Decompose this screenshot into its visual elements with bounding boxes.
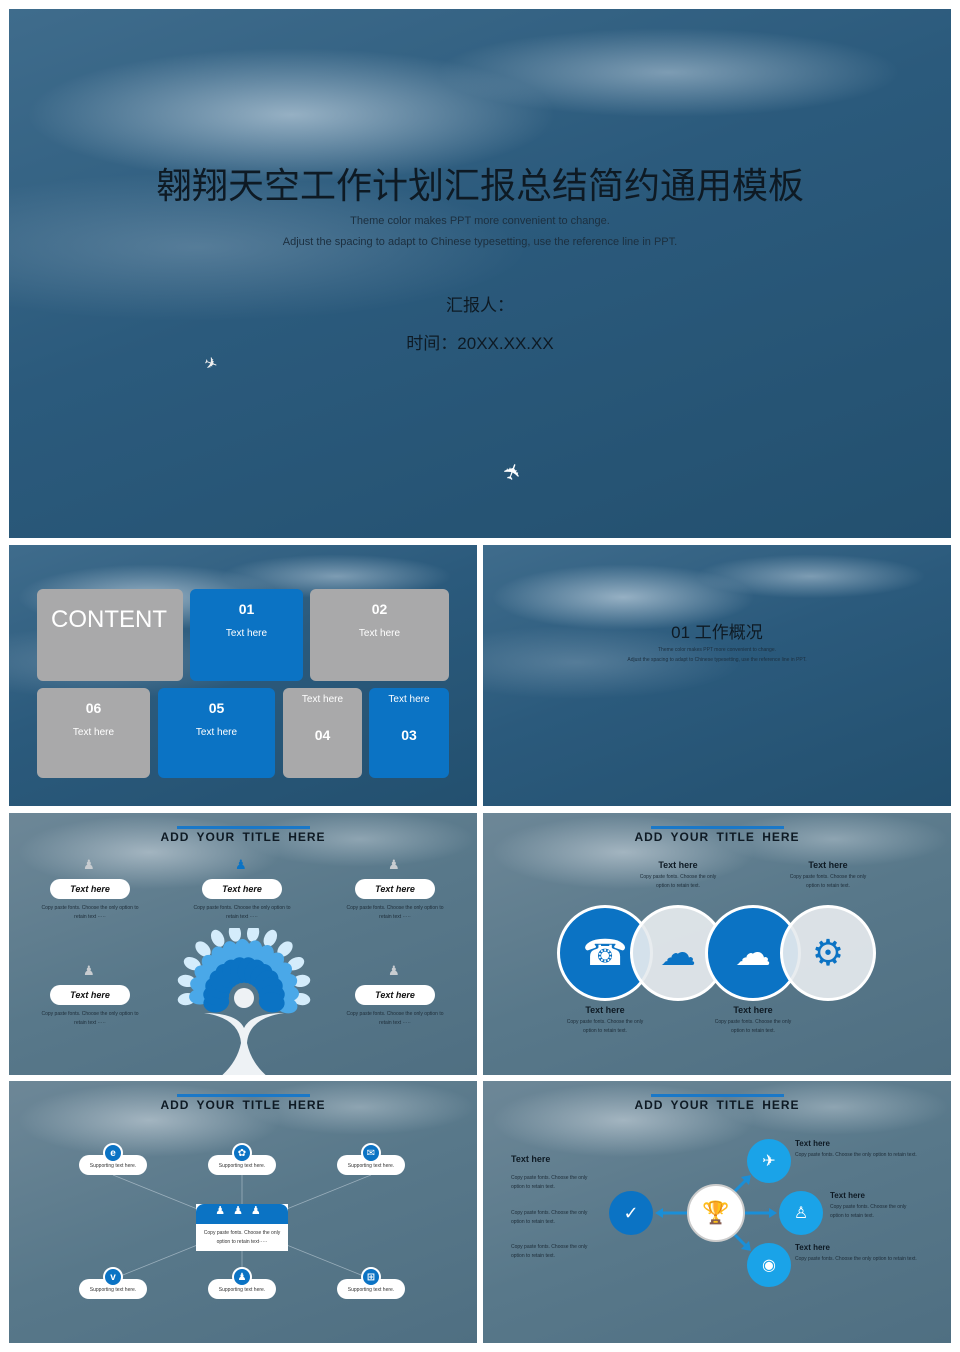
feature-desc: Copy paste fonts. Choose the only option… <box>639 874 717 889</box>
airplane-circle[interactable]: ✈ <box>747 1139 791 1183</box>
text-pill[interactable]: Text here <box>355 985 435 1005</box>
eye-icon: ◉ <box>762 1257 776 1274</box>
circles-slide[interactable]: ADD YOUR TITLE HERE ☎ Text here Copy past… <box>483 813 951 1075</box>
user-icon: ♙ <box>793 1205 809 1222</box>
item-number: 05 <box>208 700 225 716</box>
text-pill[interactable]: Text here <box>355 879 435 899</box>
text-pill[interactable]: Text here <box>202 879 282 899</box>
glider-icon: ✈ <box>201 354 220 375</box>
content-item-03[interactable]: Text here 03 <box>369 688 449 778</box>
right-desc: Copy paste fonts. Choose the only option… <box>795 1152 917 1158</box>
item-number: 02 <box>371 601 388 617</box>
title-bar <box>651 826 784 829</box>
feature-heading: Text here <box>658 860 698 870</box>
item-label: Text here <box>195 727 238 738</box>
item-desc: Copy paste fonts. Choose the only option… <box>193 905 291 920</box>
eye-circle[interactable]: ◉ <box>747 1243 791 1287</box>
gear-icon: ⚙ <box>811 932 845 973</box>
right-heading: Text here <box>795 1243 830 1252</box>
item-desc: Copy paste fonts. Choose the only option… <box>346 1011 444 1026</box>
arrows-slide[interactable]: ADD YOUR TITLE HERE Text here Copy paste… <box>483 1081 951 1343</box>
content-item-04[interactable]: Text here 04 <box>283 688 362 778</box>
tree-head <box>234 988 254 1008</box>
feature-desc: Copy paste fonts. Choose the only option… <box>566 1019 644 1034</box>
leaf <box>247 928 260 942</box>
tree-slide[interactable]: ADD YOUR TITLE HERE ♟ Text here Copy pas… <box>9 813 477 1075</box>
airplane-icon: ✈ <box>762 1153 776 1170</box>
slide-title: ADD YOUR TITLE HERE <box>634 830 800 844</box>
cloud-signal-icon: ☁ <box>660 932 696 973</box>
item-desc: Copy paste fonts. Choose the only option… <box>41 1011 139 1026</box>
user-gear-icon: ♟ <box>388 857 400 872</box>
right-desc: Copy paste fonts. Choose the only option… <box>795 1256 917 1262</box>
user-circle[interactable]: ♙ <box>779 1191 823 1235</box>
item-number: 06 <box>85 700 102 716</box>
content-item-06[interactable]: 06 Text here <box>37 688 150 778</box>
slide-title: ADD YOUR TITLE HERE <box>160 830 326 844</box>
right-heading: Text here <box>830 1191 865 1200</box>
check-circle[interactable]: ✓ <box>609 1191 653 1235</box>
user-gear-icon: ♟ <box>235 857 247 872</box>
content-item-01[interactable]: 01 Text here <box>190 589 303 681</box>
item-number: 01 <box>238 601 255 617</box>
center-box: ♟♟♟ Copy paste fonts. Choose the only op… <box>196 1204 288 1251</box>
item-label: Text here <box>358 628 401 639</box>
feature-desc: Copy paste fonts. Choose the only option… <box>714 1019 792 1034</box>
item-number: 03 <box>401 727 417 743</box>
content-heading-box: CONTENT <box>37 589 183 681</box>
feature-heading: Text here <box>585 1005 625 1015</box>
right-heading: Text here <box>795 1139 830 1148</box>
section-line-1: Theme color makes PPT more convenient to… <box>657 647 777 653</box>
section-slide[interactable]: 01 工作概况 Theme color makes PPT more conve… <box>483 545 951 806</box>
windows-icon: ⊞ <box>361 1267 381 1287</box>
vimeo-icon: v <box>103 1267 123 1287</box>
text-pill[interactable]: Text here <box>50 985 130 1005</box>
trophy-icon: 🏆 <box>702 1200 730 1225</box>
feature-desc: Copy paste fonts. Choose the only option… <box>789 874 867 889</box>
cover-slide[interactable]: 翱翔天空工作计划汇报总结简约通用模板 Theme color makes PPT… <box>9 9 951 538</box>
item-label: Text here <box>301 694 344 705</box>
feature-heading: Text here <box>733 1005 773 1015</box>
ie-icon: e <box>103 1143 123 1163</box>
item-label: Text here <box>225 628 268 639</box>
phone-support-icon: ☎ <box>582 932 628 973</box>
text-pill[interactable]: Text here <box>50 879 130 899</box>
contents-slide[interactable]: CONTENT 01 Text here 02 Text here 06 Text h… <box>9 545 477 806</box>
qq-icon: ♟ <box>232 1267 252 1287</box>
title-bar <box>177 826 310 829</box>
trophy-circle: 🏆 <box>687 1184 745 1242</box>
cover-subtitle-2: Adjust the spacing to adapt to Chinese t… <box>282 236 678 248</box>
content-item-05[interactable]: 05 Text here <box>158 688 275 778</box>
reporter-label: 汇报人： <box>446 296 514 315</box>
cover-title: 翱翔天空工作计划汇报总结简约通用模板 <box>155 165 804 206</box>
section-title: 01 工作概况 <box>671 623 763 642</box>
feature-heading: Text here <box>808 860 848 870</box>
checkmark-icon: ✓ <box>623 1202 639 1223</box>
item-number: 04 <box>314 727 331 743</box>
item-label: Text here <box>388 694 430 705</box>
item-desc: Copy paste fonts. Choose the only option… <box>346 905 444 920</box>
feature-circle[interactable]: ⚙ <box>780 905 876 1001</box>
paw-icon: ✿ <box>232 1143 252 1163</box>
tree-trunk <box>204 1013 284 1075</box>
right-desc: Copy paste fonts. Choose the only option… <box>830 1204 907 1219</box>
item-desc: Copy paste fonts. Choose the only option… <box>41 905 139 920</box>
item-label: Text here <box>72 727 115 738</box>
team-icon: ♟♟♟ <box>196 1204 288 1224</box>
wechat-icon: ✉ <box>361 1143 381 1163</box>
center-text: Copy paste fonts. Choose the only option… <box>203 1230 281 1245</box>
user-gear-icon: ♟ <box>83 857 95 872</box>
cover-subtitle-1: Theme color makes PPT more convenient to… <box>350 215 610 227</box>
glider-icon: ✈ <box>497 458 528 485</box>
user-gear-icon: ♟ <box>83 963 95 978</box>
tree-illustration <box>177 928 311 1075</box>
section-line-2: Adjust the spacing to adapt to Chinese t… <box>627 657 807 663</box>
user-gear-icon: ♟ <box>388 963 400 978</box>
cloud-network-icon: ☁ <box>735 932 771 973</box>
content-item-02[interactable]: 02 Text here <box>310 589 449 681</box>
date-label: 时间：20XX.XX.XX <box>406 334 554 353</box>
network-slide[interactable]: ADD YOUR TITLE HERE ♟♟♟ Copy paste fonts… <box>9 1081 477 1343</box>
